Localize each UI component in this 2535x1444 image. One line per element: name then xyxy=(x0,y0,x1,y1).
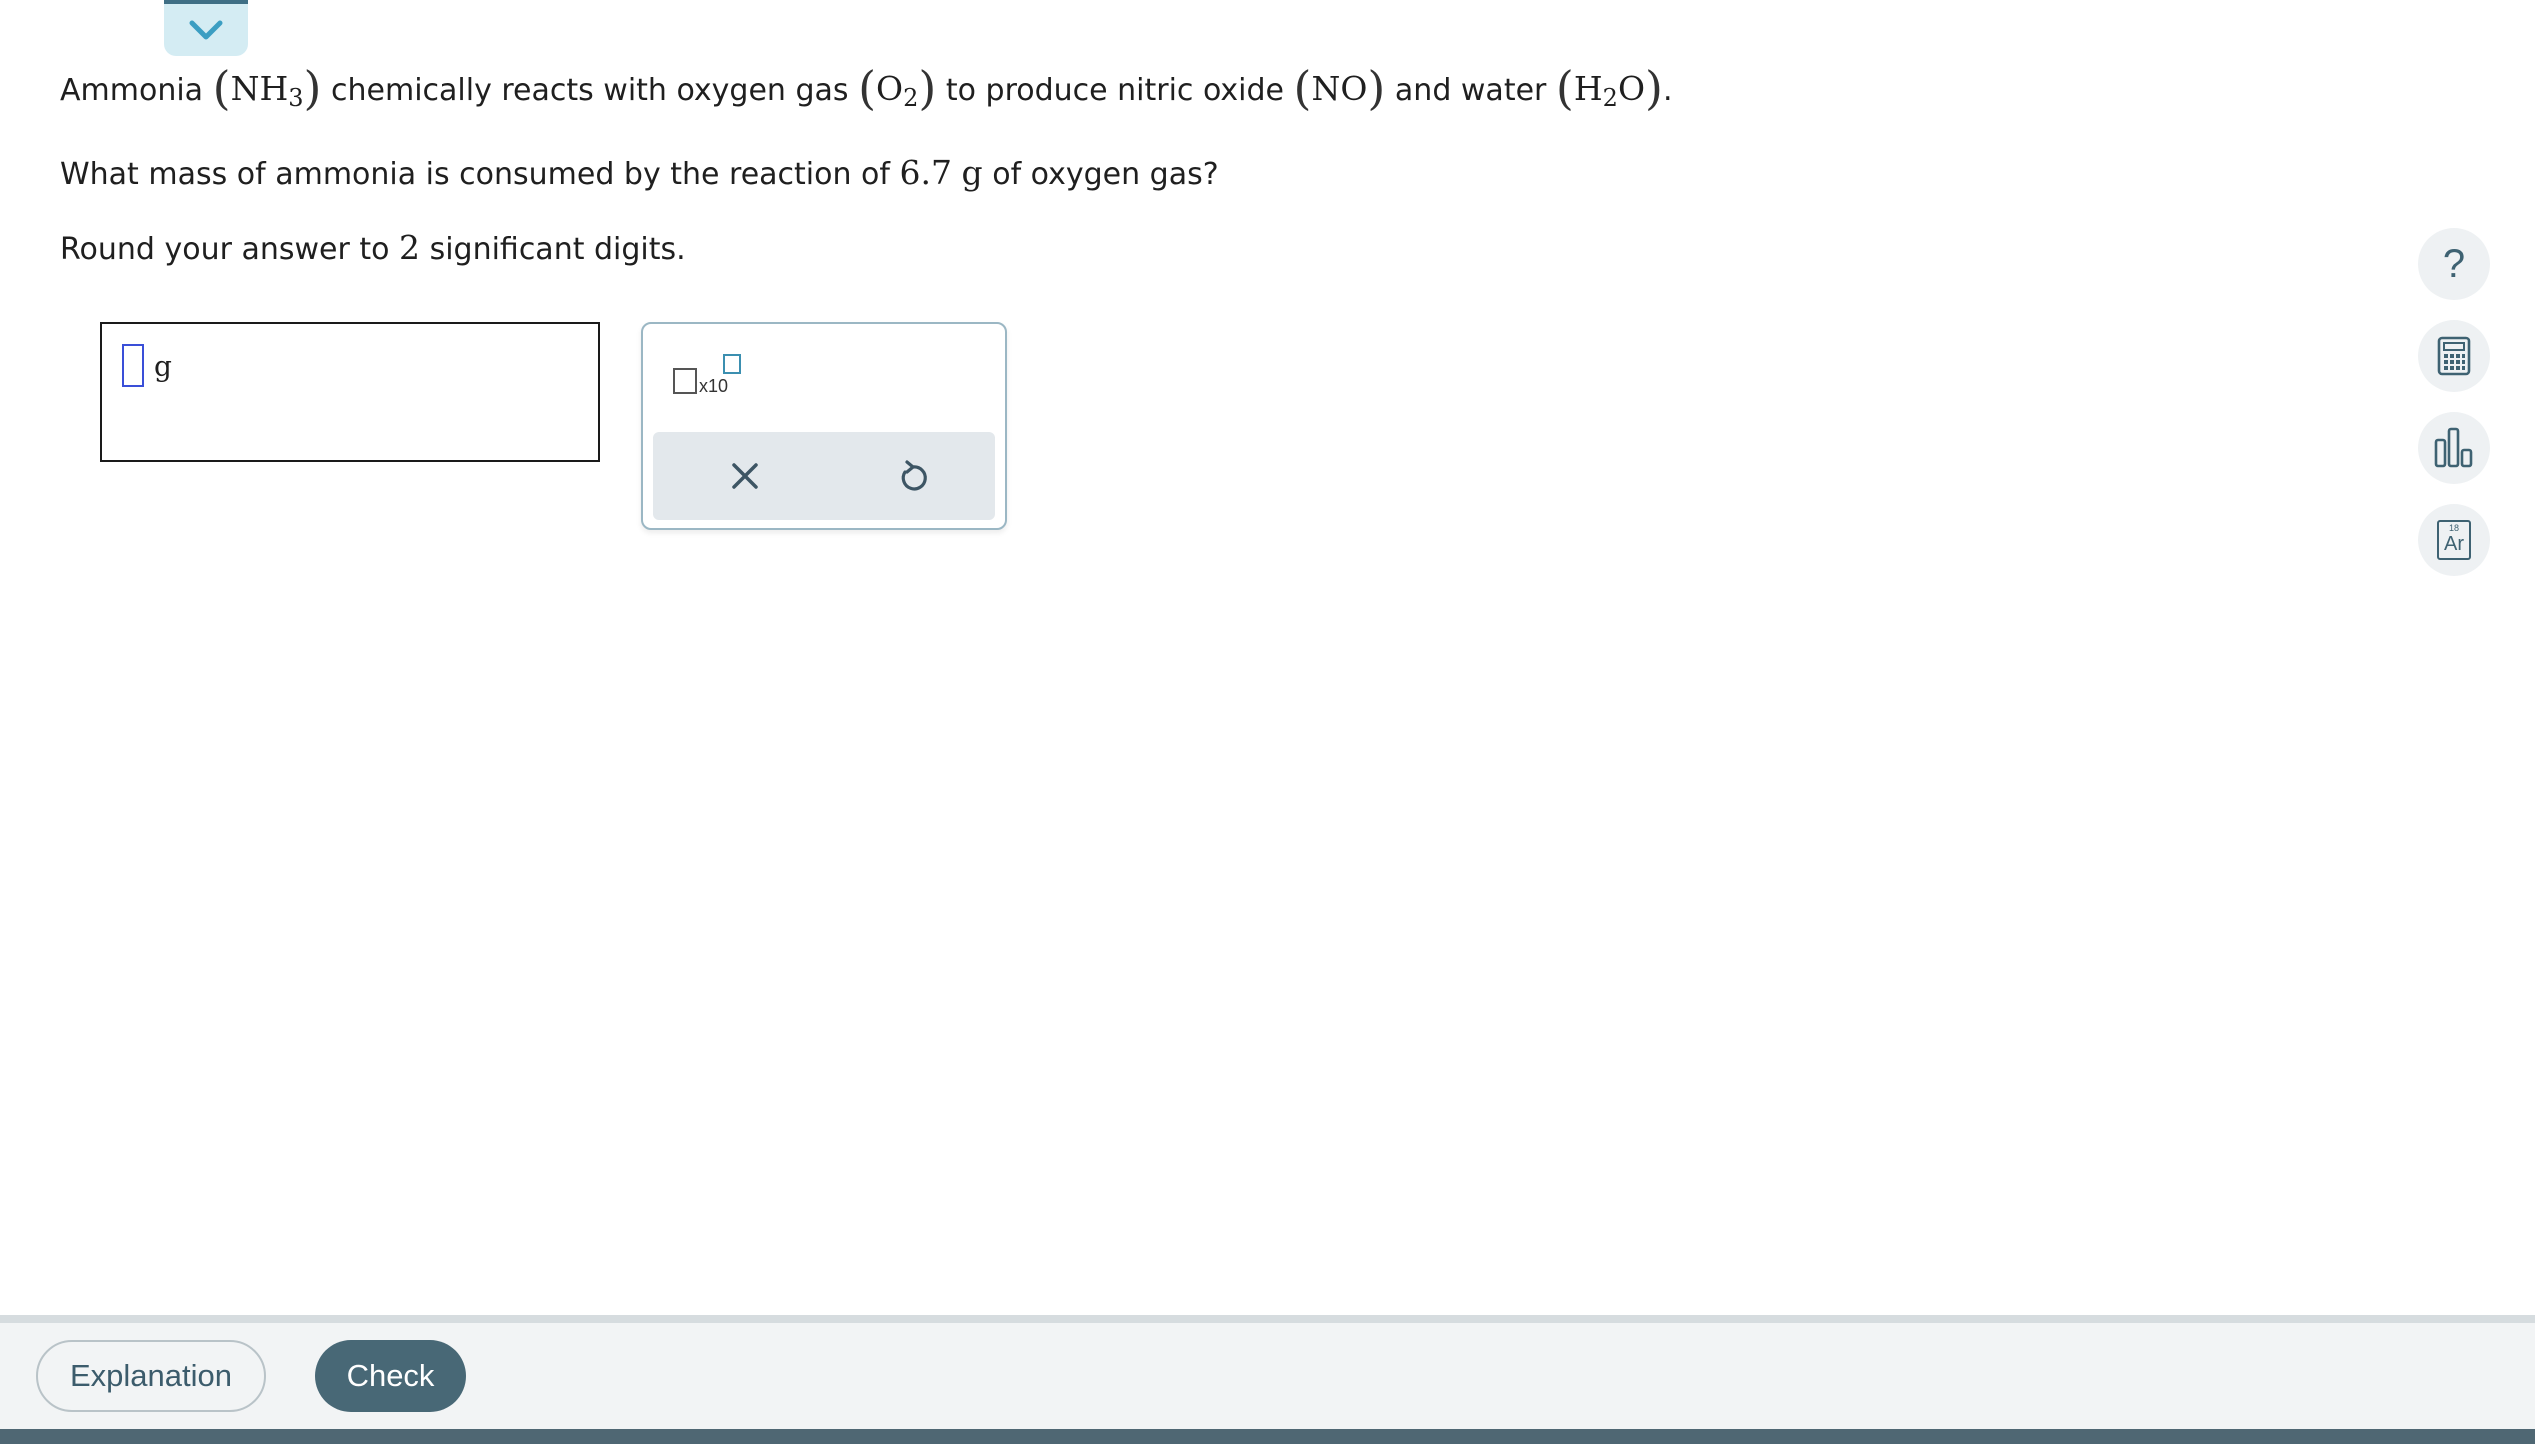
data-chart-icon xyxy=(2434,427,2473,468)
bottom-bar xyxy=(0,1429,2535,1444)
given-mass-value: 6.7 xyxy=(899,153,952,192)
help-icon: ? xyxy=(2442,241,2466,286)
calculator-button[interactable] xyxy=(2418,320,2490,392)
close-icon xyxy=(732,463,758,489)
undo-button[interactable] xyxy=(883,446,943,506)
answer-unit: g xyxy=(154,350,172,383)
explanation-button[interactable]: Explanation xyxy=(36,1340,266,1412)
chevron-down-icon xyxy=(189,20,223,40)
answer-input[interactable]: g xyxy=(100,322,600,462)
given-mass-unit: g xyxy=(961,153,983,192)
mantissa-box-icon xyxy=(673,368,697,394)
significant-digits-count: 2 xyxy=(399,228,421,267)
rounding-instruction: Round your answer to 2 significant digit… xyxy=(60,228,686,267)
collapse-tab[interactable] xyxy=(164,0,248,56)
formula-nh3: NH3 xyxy=(230,69,304,112)
data-chart-button[interactable] xyxy=(2418,412,2490,484)
periodic-table-icon: 18 Ar xyxy=(2437,520,2471,560)
exponent-box-icon xyxy=(723,354,741,374)
question-prompt: What mass of ammonia is consumed by the … xyxy=(60,153,1219,192)
help-button[interactable]: ? xyxy=(2418,228,2490,300)
question-statement: Ammonia (NH3) chemically reacts with oxy… xyxy=(60,61,1673,115)
calculator-icon xyxy=(2437,336,2471,376)
formula-o2: O2 xyxy=(876,69,919,112)
answer-cursor[interactable] xyxy=(122,344,144,387)
formula-no: NO xyxy=(1311,69,1368,108)
clear-button[interactable] xyxy=(715,446,775,506)
x10-label: x10 xyxy=(699,376,729,396)
scientific-notation-button[interactable]: x10 xyxy=(673,354,753,414)
math-keypad: x10 xyxy=(641,322,1007,530)
check-button[interactable]: Check xyxy=(315,1340,466,1412)
footer-divider xyxy=(0,1315,2535,1323)
keypad-actions xyxy=(653,432,995,520)
periodic-table-button[interactable]: 18 Ar xyxy=(2418,504,2490,576)
formula-h2o: H2O xyxy=(1573,69,1645,112)
undo-icon xyxy=(901,460,927,491)
